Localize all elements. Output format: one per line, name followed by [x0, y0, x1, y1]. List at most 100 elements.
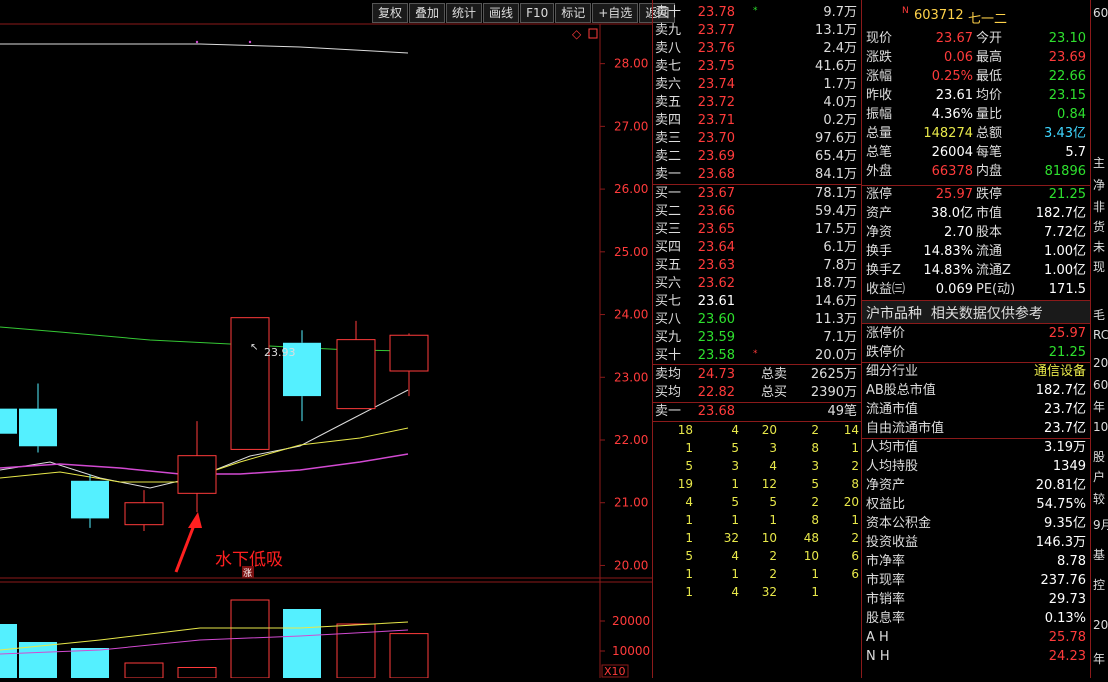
side-panel-label: 现 [1093, 260, 1106, 274]
candle-body[interactable] [0, 408, 17, 434]
sell-row[interactable]: 卖二 23.69 65.4万 [653, 148, 859, 166]
buy-volume: 18.7万 [815, 276, 857, 291]
high-price-label: 23.93 [264, 346, 296, 359]
queue-head-label: 卖一 [655, 404, 682, 419]
candle-body[interactable] [336, 339, 376, 410]
price-tick-label: 27.00 [614, 119, 648, 133]
quote-value: 4.36% [931, 107, 973, 122]
sell-row[interactable]: 卖七 23.75 41.6万 [653, 58, 859, 76]
sell-row[interactable]: 卖四 23.71 0.2万 [653, 112, 859, 130]
queue-order-size: 1 [851, 441, 859, 455]
quote-label: 外盘 [866, 164, 893, 179]
quote-value: 23.61 [935, 88, 973, 103]
queue-order-size: 8 [851, 477, 859, 491]
queue-order-size: 12 [761, 477, 777, 491]
stock-name: 七一二 [968, 12, 1008, 27]
sell-row[interactable]: 卖五 23.72 4.0万 [653, 94, 859, 112]
buy-label: 买一 [655, 186, 682, 201]
toolbar-button-0[interactable]: 复权 [372, 3, 409, 23]
stats-label: 换手 [866, 244, 893, 259]
fundamental-value: 0.13% [1044, 611, 1086, 626]
queue-order-size: 4 [731, 549, 739, 563]
quote-label: 总笔 [866, 145, 893, 160]
stats-label: 收益㈢ [866, 282, 906, 297]
candle-body[interactable] [71, 480, 109, 519]
queue-order-size: 1 [685, 441, 693, 455]
diamond-icon[interactable]: ◇ [572, 27, 582, 41]
fundamental-label: 流通市值 [866, 402, 919, 417]
fundamental-value: 182.7亿 [1035, 383, 1086, 398]
stats-value: 14.83% [923, 263, 973, 278]
toolbar-button-3[interactable]: 画线 [483, 3, 520, 23]
queue-order-size: 5 [731, 441, 739, 455]
fundamental-value: 8.78 [1057, 554, 1086, 569]
toolbar-button-6[interactable]: +自选 [592, 3, 639, 23]
side-panel-label: 非 [1093, 200, 1106, 214]
square-icon[interactable] [588, 28, 598, 39]
buy-row[interactable]: 买二 23.66 59.4万 [653, 203, 859, 221]
sell-row[interactable]: 卖六 23.74 1.7万 [653, 76, 859, 94]
price-tick-label: 26.00 [614, 182, 648, 196]
kline-chart[interactable]: 28.00 27.00 26.00 25.00 24.00 23.00 22.00 21.00… [0, 0, 652, 679]
buy-price: 23.60 [697, 312, 735, 327]
stats-label: 换手Z [866, 263, 901, 278]
queue-order-size: 1 [685, 585, 693, 599]
stats-grid: 涨停 25.97 跌停 21.25 资产 38.0亿 市值 182.7亿 净资 2.70 股本 7.7… [862, 185, 1090, 297]
queue-order-size: 3 [731, 459, 739, 473]
sell-label: 卖五 [655, 95, 682, 110]
buy-row[interactable]: 买十 23.58 * 20.0万 [653, 347, 859, 365]
queue-order-size: 48 [803, 531, 819, 545]
stats-value: 171.5 [1048, 282, 1086, 297]
chart-toolbar: 复权 叠加 统计 画线 F10 标记 +自选 返回 [372, 3, 676, 23]
quote-value: 23.67 [935, 31, 973, 46]
queue-order-size: 1 [731, 477, 739, 491]
fundamental-label: 人均市值 [866, 440, 919, 455]
sell-price: 23.71 [697, 113, 735, 128]
volume-bar [71, 648, 109, 678]
sell-row[interactable]: 卖九 23.77 13.1万 [653, 22, 859, 40]
buy-row[interactable]: 买三 23.65 17.5万 [653, 221, 859, 239]
candle-body[interactable] [177, 455, 217, 494]
candle-body[interactable] [124, 502, 164, 526]
stats-label: 资产 [866, 206, 893, 221]
buy-label: 买四 [655, 240, 682, 255]
sell-volume: 9.7万 [823, 5, 857, 20]
order-book: 卖十 23.78 * 9.7万 卖九 23.77 13.1万 卖八 23.76 2.4万 卖七 23.… [652, 0, 862, 678]
sell-row[interactable]: 卖一 23.68 84.1万 [653, 166, 859, 184]
side-panel-label: 毛 [1093, 308, 1106, 322]
candle-body[interactable] [19, 408, 57, 447]
queue-order-size: 1 [685, 531, 693, 545]
price-tick-label: 22.00 [614, 433, 648, 447]
buy-label: 买二 [655, 204, 682, 219]
quote-value: 3.43亿 [1044, 126, 1086, 141]
toolbar-button-2[interactable]: 统计 [446, 3, 483, 23]
fundamental-value: 3.19万 [1044, 440, 1086, 455]
book-divider [653, 364, 861, 365]
side-panel-label: 9月 [1093, 518, 1108, 532]
quote-label: 总额 [976, 126, 1003, 141]
toolbar-button-5[interactable]: 标记 [555, 3, 592, 23]
buy-volume: 78.1万 [815, 186, 857, 201]
sell-row[interactable]: 卖三 23.70 97.6万 [653, 130, 859, 148]
candle-body[interactable] [389, 334, 429, 372]
side-panel-edge: 60 主净非货未现毛 RC 20 60 年 10 股户较 9月基控 20 年 [1090, 0, 1108, 678]
quote-label: 内盘 [976, 164, 1003, 179]
toolbar-button-4[interactable]: F10 [520, 3, 555, 23]
buy-row[interactable]: 买七 23.61 14.6万 [653, 293, 859, 311]
buy-row[interactable]: 买一 23.67 78.1万 [653, 185, 859, 203]
buy-row[interactable]: 买四 23.64 6.1万 [653, 239, 859, 257]
buy-row[interactable]: 买六 23.62 18.7万 [653, 275, 859, 293]
price-tick-label: 20.00 [614, 558, 648, 572]
queue-order-size: 2 [769, 549, 777, 563]
buy-price: 23.62 [697, 276, 735, 291]
buy-label: 买十 [655, 348, 682, 363]
toolbar-button-1[interactable]: 叠加 [409, 3, 446, 23]
fundamental-value: 23.7亿 [1044, 421, 1086, 436]
side-panel-label: 货 [1093, 220, 1106, 234]
sell-row[interactable]: 卖八 23.76 2.4万 [653, 40, 859, 58]
sell-row[interactable]: 卖十 23.78 * 9.7万 [653, 4, 859, 22]
candle-body[interactable] [230, 317, 270, 450]
buy-row[interactable]: 买八 23.60 11.3万 [653, 311, 859, 329]
quote-value: 0.06 [944, 50, 973, 65]
buy-row[interactable]: 买五 23.63 7.8万 [653, 257, 859, 275]
